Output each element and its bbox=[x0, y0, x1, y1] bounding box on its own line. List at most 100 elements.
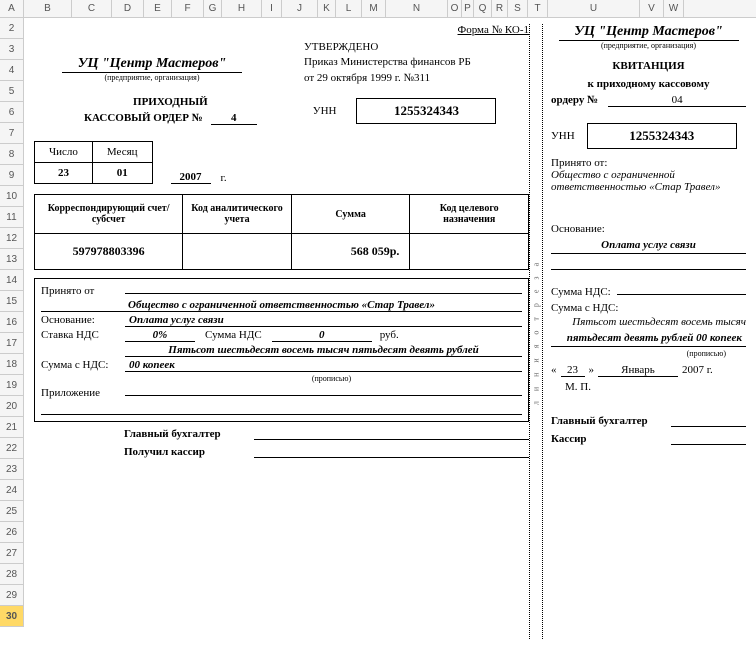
row-header[interactable]: 19 bbox=[0, 375, 23, 396]
row-header[interactable]: 24 bbox=[0, 480, 23, 501]
main-table: Корреспондирующий счет/субсчет Код анали… bbox=[34, 194, 529, 270]
row-header[interactable]: 23 bbox=[0, 459, 23, 480]
column-headers: ABCDEFGHIJKLMNOPQRSTUVW bbox=[0, 0, 756, 18]
col-header[interactable]: V bbox=[640, 0, 664, 17]
r-sum-vat-label: Сумма с НДС: bbox=[551, 302, 746, 314]
date-header-day: Число bbox=[35, 142, 93, 163]
col-header[interactable]: S bbox=[508, 0, 528, 17]
col-header[interactable]: I bbox=[262, 0, 282, 17]
main-td-sum[interactable]: 568 059р. bbox=[291, 234, 410, 270]
sig-chief: Главный бухгалтер bbox=[124, 428, 254, 440]
col-header[interactable]: U bbox=[548, 0, 640, 17]
r-unn[interactable]: 1255324343 bbox=[587, 123, 737, 149]
row-header[interactable]: 27 bbox=[0, 543, 23, 564]
row-header[interactable]: 10 bbox=[0, 186, 23, 207]
row-header[interactable]: 14 bbox=[0, 270, 23, 291]
r-received-1[interactable]: Общество с ограниченной bbox=[551, 169, 746, 181]
attach-label: Приложение bbox=[41, 387, 125, 399]
r-basis-label: Основание: bbox=[551, 223, 746, 235]
col-header[interactable]: L bbox=[336, 0, 362, 17]
r-sum-words-1[interactable]: Пятьсот шестьдесят восемь тысяч bbox=[551, 316, 746, 328]
col-header[interactable]: W bbox=[664, 0, 684, 17]
receipt-pane: УЦ "Центр Мастеров" (предприятие, органи… bbox=[543, 24, 746, 639]
r-month[interactable]: Январь bbox=[598, 364, 678, 377]
vat-sum-label: Сумма НДС bbox=[205, 329, 262, 341]
date-year[interactable]: 2007 bbox=[171, 171, 211, 184]
basis-value[interactable]: Оплата услуг связи bbox=[125, 314, 522, 327]
row-header[interactable]: 12 bbox=[0, 228, 23, 249]
col-header[interactable]: C bbox=[72, 0, 112, 17]
col-header[interactable]: Q bbox=[474, 0, 492, 17]
col-header[interactable]: J bbox=[282, 0, 318, 17]
received-value[interactable]: Общество с ограниченной ответственностью… bbox=[41, 299, 522, 312]
row-header[interactable]: 5 bbox=[0, 81, 23, 102]
main-td-purpose[interactable] bbox=[410, 234, 529, 270]
main-td-acct[interactable]: 597978803396 bbox=[35, 234, 183, 270]
date-day[interactable]: 23 bbox=[35, 163, 93, 184]
unn-value[interactable]: 1255324343 bbox=[356, 98, 496, 124]
receipt-sub: к приходному кассовому bbox=[551, 78, 746, 90]
order-number[interactable]: 4 bbox=[211, 112, 257, 125]
main-th-code: Код аналитического учета bbox=[183, 195, 292, 234]
r-org-name[interactable]: УЦ "Центр Мастеров" bbox=[559, 24, 739, 41]
row-header[interactable]: 15 bbox=[0, 291, 23, 312]
row-header[interactable]: 30 bbox=[0, 606, 23, 627]
row-header[interactable]: 9 bbox=[0, 165, 23, 186]
r-received-2[interactable]: ответственностью «Стар Травел» bbox=[551, 181, 746, 193]
row-header[interactable]: 8 bbox=[0, 144, 23, 165]
col-header[interactable]: B bbox=[24, 0, 72, 17]
r-sum-words-2[interactable]: пятьдесят девять рублей 00 копеек bbox=[551, 330, 746, 347]
col-header[interactable]: T bbox=[528, 0, 548, 17]
sum-words-2[interactable]: 00 копеек bbox=[125, 359, 522, 372]
col-header[interactable]: O bbox=[448, 0, 462, 17]
row-header[interactable]: 29 bbox=[0, 585, 23, 606]
col-header[interactable]: F bbox=[172, 0, 204, 17]
r-year[interactable]: 2007 г. bbox=[682, 364, 713, 376]
unn-label: УНН bbox=[313, 105, 337, 117]
sum-words-1[interactable]: Пятьсот шестьдесят восемь тысяч пятьдеся… bbox=[125, 344, 522, 357]
row-header[interactable]: 7 bbox=[0, 123, 23, 144]
main-td-code[interactable] bbox=[183, 234, 292, 270]
sum-vat-label: Сумма с НДС: bbox=[41, 359, 125, 371]
vat-sum[interactable]: 0 bbox=[272, 329, 372, 342]
row-header[interactable]: 16 bbox=[0, 312, 23, 333]
r-day[interactable]: 23 bbox=[561, 364, 585, 377]
date-month[interactable]: 01 bbox=[92, 163, 152, 184]
r-sig-cashier: Кассир bbox=[551, 433, 671, 445]
doc-title-1: ПРИХОДНЫЙ bbox=[84, 96, 257, 108]
row-header[interactable]: 4 bbox=[0, 60, 23, 81]
col-header[interactable]: A bbox=[0, 0, 24, 17]
col-header[interactable]: H bbox=[222, 0, 262, 17]
org-sublabel: (предприятие, организация) bbox=[62, 73, 242, 82]
row-header[interactable]: 2 bbox=[0, 18, 23, 39]
row-header[interactable]: 11 bbox=[0, 207, 23, 228]
col-header[interactable]: K bbox=[318, 0, 336, 17]
col-header[interactable]: G bbox=[204, 0, 222, 17]
doc-title-2: КАССОВЫЙ ОРДЕР № bbox=[84, 112, 203, 124]
row-header[interactable]: 28 bbox=[0, 564, 23, 585]
r-sig-chief: Главный бухгалтер bbox=[551, 415, 671, 427]
row-header[interactable]: 20 bbox=[0, 396, 23, 417]
vat-rate[interactable]: 0% bbox=[125, 329, 195, 342]
row-header[interactable]: 25 bbox=[0, 501, 23, 522]
row-header[interactable]: 22 bbox=[0, 438, 23, 459]
col-header[interactable]: P bbox=[462, 0, 474, 17]
row-header[interactable]: 18 bbox=[0, 354, 23, 375]
form-number: Форма № КО-1 bbox=[34, 24, 529, 36]
row-header[interactable]: 26 bbox=[0, 522, 23, 543]
col-header[interactable]: M bbox=[362, 0, 386, 17]
col-header[interactable]: N bbox=[386, 0, 448, 17]
col-header[interactable]: E bbox=[144, 0, 172, 17]
col-header[interactable]: R bbox=[492, 0, 508, 17]
col-header[interactable]: D bbox=[112, 0, 144, 17]
r-org-sub: (предприятие, организация) bbox=[551, 41, 746, 50]
row-header[interactable]: 6 bbox=[0, 102, 23, 123]
r-order-no[interactable]: 04 bbox=[608, 94, 746, 107]
row-header[interactable]: 21 bbox=[0, 417, 23, 438]
row-header[interactable]: 13 bbox=[0, 249, 23, 270]
org-name[interactable]: УЦ "Центр Мастеров" bbox=[62, 56, 242, 73]
row-header[interactable]: 17 bbox=[0, 333, 23, 354]
cut-text: л и н и я о т р е з а bbox=[532, 258, 541, 404]
r-basis[interactable]: Оплата услуг связи bbox=[551, 237, 746, 254]
row-header[interactable]: 3 bbox=[0, 39, 23, 60]
